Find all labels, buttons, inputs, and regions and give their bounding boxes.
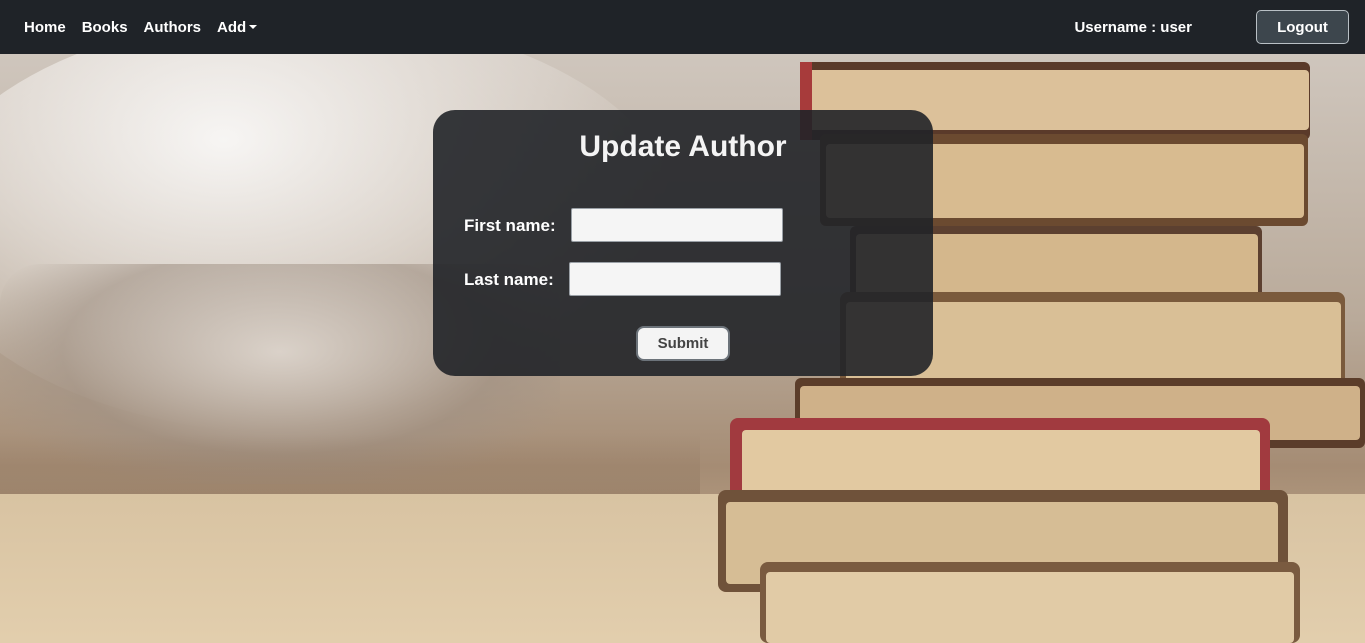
username-display: Username : user	[1074, 18, 1192, 36]
nav-links: Home Books Authors Add	[16, 19, 265, 36]
last-name-label: Last name:	[464, 270, 554, 289]
last-name-input[interactable]	[569, 262, 781, 296]
logout-button[interactable]: Logout	[1256, 10, 1349, 44]
submit-button[interactable]: Submit	[636, 326, 730, 361]
first-name-label: First name:	[464, 216, 556, 235]
nav-books-link[interactable]: Books	[74, 19, 136, 36]
nav-authors-link[interactable]: Authors	[136, 19, 210, 36]
update-author-form: Update Author First name: Last name: Sub…	[433, 110, 933, 376]
nav-add-dropdown[interactable]: Add	[209, 19, 265, 36]
first-name-input[interactable]	[571, 208, 783, 242]
navbar: Home Books Authors Add Username : user L…	[0, 0, 1365, 54]
caret-down-icon	[249, 24, 258, 29]
nav-home-link[interactable]: Home	[16, 19, 74, 36]
nav-add-label: Add	[217, 18, 247, 36]
nav-right: Username : user Logout	[1074, 10, 1349, 44]
form-title: Update Author	[579, 130, 787, 163]
